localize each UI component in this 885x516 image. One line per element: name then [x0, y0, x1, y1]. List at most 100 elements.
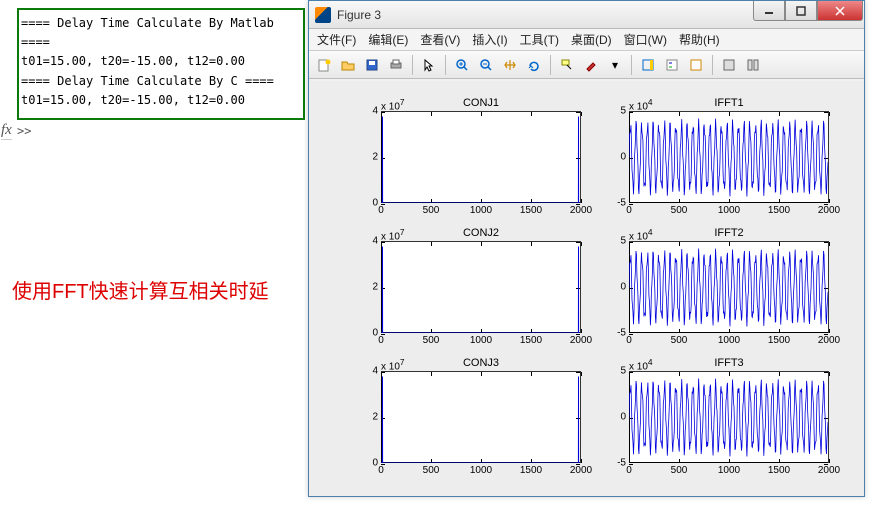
open-icon[interactable]	[337, 54, 359, 76]
x-tick-label: 500	[671, 333, 688, 346]
matlab-icon	[315, 7, 331, 23]
plot-area[interactable]: CONJ1x 1070240500100015002000IFFT1x 104-…	[309, 81, 864, 496]
pointer-icon[interactable]	[418, 54, 440, 76]
x-tick-label: 500	[671, 463, 688, 476]
y-tick-label: 4	[372, 106, 381, 117]
axis-exponent: x 104	[629, 97, 653, 112]
plot-title: CONJ2	[381, 227, 581, 239]
plot-title: IFFT2	[629, 227, 829, 239]
y-tick-label: 5	[620, 106, 629, 117]
x-tick-label: 1000	[718, 333, 740, 346]
subplot-conj1[interactable]: CONJ1x 1070240500100015002000	[381, 111, 581, 203]
y-tick-label: 0	[620, 152, 629, 163]
x-tick-label: 1000	[470, 463, 492, 476]
hide-tools-icon[interactable]	[718, 54, 740, 76]
save-icon[interactable]	[361, 54, 383, 76]
x-tick-label: 1000	[470, 203, 492, 216]
y-tick-label: 0	[620, 282, 629, 293]
x-tick-label: 1500	[520, 333, 542, 346]
x-tick-label: 1000	[470, 333, 492, 346]
show-tools-icon[interactable]	[742, 54, 764, 76]
x-tick-label: 500	[423, 463, 440, 476]
window-title: Figure 3	[337, 8, 753, 22]
y-tick-label: 0	[620, 412, 629, 423]
axes-icon[interactable]	[685, 54, 707, 76]
title-bar[interactable]: Figure 3	[309, 1, 864, 29]
output-line: ==== Delay Time Calculate By C ====	[21, 72, 301, 91]
plot-title: IFFT3	[629, 357, 829, 369]
subplot-ifft2[interactable]: IFFT2x 104-5050500100015002000	[629, 241, 829, 333]
menu-view[interactable]: 查看(V)	[416, 29, 464, 50]
menu-help[interactable]: 帮助(H)	[675, 29, 724, 50]
menu-file[interactable]: 文件(F)	[313, 29, 360, 50]
axis-exponent: x 104	[629, 357, 653, 372]
minimize-button[interactable]	[753, 1, 785, 21]
x-tick-label: 2000	[818, 333, 840, 346]
link-icon[interactable]: ▾	[604, 54, 626, 76]
x-tick-label: 2000	[818, 203, 840, 216]
menu-edit[interactable]: 编辑(E)	[364, 29, 412, 50]
colorbar-icon[interactable]	[637, 54, 659, 76]
x-tick-label: 0	[626, 333, 632, 346]
y-tick-label: 4	[372, 236, 381, 247]
output-line: ==== Delay Time Calculate By Matlab ====	[21, 14, 301, 52]
rotate-icon[interactable]	[523, 54, 545, 76]
y-tick-label: 5	[620, 236, 629, 247]
fx-indicator: fx	[1, 122, 12, 140]
x-tick-label: 2000	[570, 333, 592, 346]
x-tick-label: 1500	[768, 333, 790, 346]
output-line: t01=15.00, t20=-15.00, t12=0.00	[21, 52, 301, 71]
axis-exponent: x 107	[381, 97, 405, 112]
menu-insert[interactable]: 插入(I)	[468, 29, 511, 50]
x-tick-label: 2000	[818, 463, 840, 476]
menu-window[interactable]: 窗口(W)	[620, 29, 671, 50]
annotation-text: 使用FFT快速计算互相关时延	[12, 275, 269, 304]
x-tick-label: 500	[671, 203, 688, 216]
plot-title: CONJ1	[381, 97, 581, 109]
figure-window: Figure 3 文件(F) 编辑(E) 查看(V) 插入(I) 工具(T) 桌…	[308, 0, 865, 497]
subplot-conj3[interactable]: CONJ3x 1070240500100015002000	[381, 371, 581, 463]
x-tick-label: 500	[423, 203, 440, 216]
axis-exponent: x 107	[381, 357, 405, 372]
menu-tools[interactable]: 工具(T)	[516, 29, 563, 50]
subplot-conj2[interactable]: CONJ2x 1070240500100015002000	[381, 241, 581, 333]
x-tick-label: 1500	[520, 463, 542, 476]
maximize-button[interactable]	[785, 1, 817, 21]
data-cursor-icon[interactable]	[556, 54, 578, 76]
x-tick-label: 1500	[768, 463, 790, 476]
brush-icon[interactable]	[580, 54, 602, 76]
x-tick-label: 0	[378, 203, 384, 216]
plot-title: IFFT1	[629, 97, 829, 109]
pan-icon[interactable]	[499, 54, 521, 76]
x-tick-label: 500	[423, 333, 440, 346]
zoom-in-icon[interactable]	[451, 54, 473, 76]
x-tick-label: 1500	[520, 203, 542, 216]
axis-exponent: x 107	[381, 227, 405, 242]
x-tick-label: 0	[626, 463, 632, 476]
x-tick-label: 0	[626, 203, 632, 216]
toolbar: ▾	[309, 51, 864, 79]
x-tick-label: 1000	[718, 463, 740, 476]
x-tick-label: 2000	[570, 203, 592, 216]
command-window-panel: ==== Delay Time Calculate By Matlab ====…	[0, 0, 308, 516]
close-button[interactable]	[817, 1, 863, 21]
y-tick-label: 2	[372, 412, 381, 423]
x-tick-label: 1500	[768, 203, 790, 216]
legend-icon[interactable]	[661, 54, 683, 76]
subplot-ifft1[interactable]: IFFT1x 104-5050500100015002000	[629, 111, 829, 203]
axis-exponent: x 104	[629, 227, 653, 242]
y-tick-label: 2	[372, 282, 381, 293]
x-tick-label: 0	[378, 333, 384, 346]
plot-title: CONJ3	[381, 357, 581, 369]
command-prompt[interactable]: >>	[17, 124, 31, 138]
print-icon[interactable]	[385, 54, 407, 76]
x-tick-label: 0	[378, 463, 384, 476]
y-tick-label: 5	[620, 366, 629, 377]
new-figure-icon[interactable]	[313, 54, 335, 76]
menu-desktop[interactable]: 桌面(D)	[567, 29, 616, 50]
y-tick-label: 4	[372, 366, 381, 377]
y-tick-label: 2	[372, 152, 381, 163]
subplot-ifft3[interactable]: IFFT3x 104-5050500100015002000	[629, 371, 829, 463]
zoom-out-icon[interactable]	[475, 54, 497, 76]
x-tick-label: 1000	[718, 203, 740, 216]
